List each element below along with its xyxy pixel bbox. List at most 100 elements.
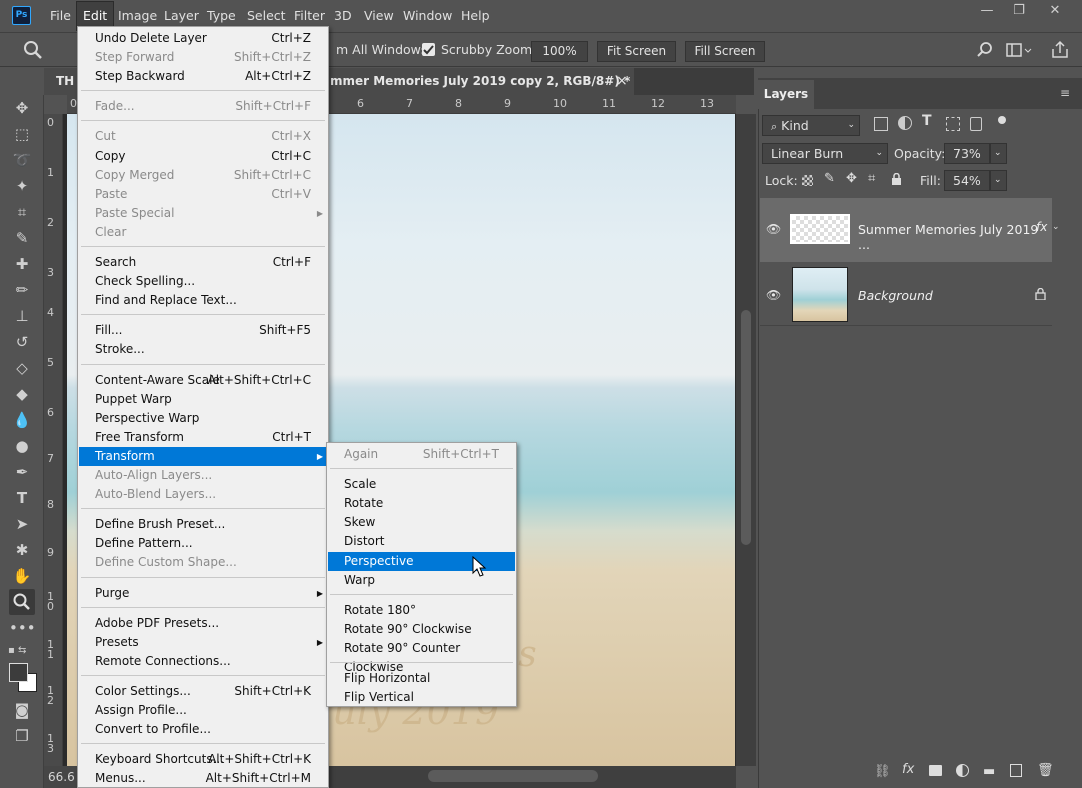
new-layer-icon[interactable] (1010, 764, 1022, 777)
filter-smart-object-icon[interactable] (970, 117, 982, 131)
lock-all-icon[interactable] (891, 172, 902, 185)
horizontal-scroll-thumb[interactable] (428, 770, 598, 782)
menu-item-fill[interactable]: Fill... Shift+F5 (79, 321, 327, 340)
hand-tool-icon[interactable]: ✋ (9, 563, 35, 589)
menu-item-perspective-warp[interactable]: Perspective Warp (79, 409, 327, 428)
eyedropper-tool-icon[interactable]: ✎ (9, 225, 35, 251)
workspace-icon[interactable] (1006, 42, 1032, 60)
menu-item-convert-to-profile[interactable]: Convert to Profile... (79, 720, 327, 739)
filter-kind-dropdown[interactable]: ⌕ Kind ⌄ (762, 115, 860, 136)
menu-item-transform[interactable]: Transform ▶ (79, 446, 327, 466)
fill-chevron-icon[interactable]: ⌄ (990, 170, 1007, 191)
dodge-tool-icon[interactable]: ● (9, 433, 35, 459)
brush-tool-icon[interactable]: ✏ (9, 277, 35, 303)
history-brush-tool-icon[interactable]: ↺ (9, 329, 35, 355)
healing-brush-tool-icon[interactable]: ✚ (9, 251, 35, 277)
tab-close-icon[interactable]: × (616, 68, 628, 95)
menu-view[interactable]: View (358, 0, 400, 32)
marquee-tool-icon[interactable]: ⬚ (9, 121, 35, 147)
more-tools-icon[interactable]: ••• (9, 615, 36, 641)
vertical-scroll-thumb[interactable] (741, 310, 751, 545)
scrubby-zoom-checkbox[interactable] (422, 43, 435, 56)
crop-tool-icon[interactable]: ⌗ (9, 199, 35, 225)
menu-item-stroke[interactable]: Stroke... (79, 340, 327, 359)
menu-item-search[interactable]: Search Ctrl+F (79, 253, 327, 272)
opacity-chevron-icon[interactable]: ⌄ (990, 143, 1007, 164)
custom-shape-tool-icon[interactable]: ✱ (9, 537, 35, 563)
fill-input[interactable]: 54% (944, 170, 990, 191)
zoom-status[interactable]: 66.6 (44, 766, 80, 788)
layer-name[interactable]: Background (858, 288, 933, 303)
magic-wand-tool-icon[interactable]: ✦ (9, 173, 35, 199)
lock-pixels-icon[interactable]: ✎ (824, 171, 835, 186)
new-adjustment-icon[interactable] (956, 764, 969, 777)
visibility-eye-icon[interactable]: 👁 (766, 288, 781, 302)
clone-stamp-tool-icon[interactable]: ⊥ (9, 303, 35, 329)
menu-item-skew[interactable]: Skew (328, 513, 515, 532)
fill-screen-button[interactable]: Fill Screen (685, 41, 765, 62)
lock-transparent-icon[interactable] (802, 175, 813, 186)
visibility-eye-icon[interactable]: 👁 (766, 222, 781, 236)
menu-item-find-and-replace-text[interactable]: Find and Replace Text... (79, 291, 327, 310)
delete-layer-icon[interactable]: 🗑 (1037, 763, 1054, 778)
pen-tool-icon[interactable]: ✒ (9, 459, 35, 485)
menu-help[interactable]: Help (455, 0, 496, 32)
share-icon[interactable] (1050, 40, 1070, 60)
restore-button[interactable]: ❐ (1002, 0, 1036, 22)
menu-window[interactable]: Window (397, 0, 458, 32)
minimize-button[interactable]: — (970, 0, 1004, 22)
menu-item-rotate-90-counter-clockwise[interactable]: Rotate 90° Counter Clockwise (328, 639, 515, 674)
foreground-color-swatch[interactable] (9, 663, 28, 682)
menu-item-puppet-warp[interactable]: Puppet Warp (79, 390, 327, 409)
close-button[interactable]: ✕ (1038, 0, 1072, 22)
menu-item-undo-delete-layer[interactable]: Undo Delete Layer Ctrl+Z (79, 29, 327, 48)
filter-type-icon[interactable]: T (922, 113, 932, 129)
fit-screen-button[interactable]: Fit Screen (597, 41, 676, 62)
new-group-icon[interactable]: ▬ (983, 764, 995, 779)
paint-bucket-tool-icon[interactable]: ◆ (9, 381, 35, 407)
lock-artboard-icon[interactable]: ⌗ (868, 171, 875, 186)
menu-item-remote-connections[interactable]: Remote Connections... (79, 652, 327, 671)
menu-item-adobe-pdf-presets[interactable]: Adobe PDF Presets... (79, 614, 327, 633)
opacity-input[interactable]: 73% (944, 143, 990, 164)
layer-name[interactable]: Summer Memories July 2019 ... (858, 222, 1052, 252)
lasso-tool-icon[interactable]: ➰ (9, 147, 35, 173)
zoom-tool-icon[interactable] (22, 40, 44, 60)
filter-pixel-icon[interactable] (874, 117, 888, 131)
menu-file[interactable]: File (44, 0, 77, 32)
menu-item-free-transform[interactable]: Free Transform Ctrl+T (79, 428, 327, 447)
blur-tool-icon[interactable]: 💧 (9, 407, 35, 433)
zoom-100-button[interactable]: 100% (531, 41, 588, 62)
add-style-icon[interactable]: fx (902, 762, 914, 777)
layer-row[interactable]: 👁 Background (760, 262, 1052, 326)
move-tool-icon[interactable]: ✥ (9, 95, 35, 121)
menu-item-assign-profile[interactable]: Assign Profile... (79, 701, 327, 720)
menu-item-distort[interactable]: Distort (328, 532, 515, 551)
panel-menu-icon[interactable]: ≡ (1060, 86, 1070, 100)
zoom-tool-selected-icon[interactable] (9, 589, 35, 615)
path-selection-tool-icon[interactable]: ➤ (9, 511, 35, 537)
menu-item-presets[interactable]: Presets ▶ (79, 633, 327, 652)
menu-item-rotate-180[interactable]: Rotate 180° (328, 601, 515, 620)
menu-item-flip-horizontal[interactable]: Flip Horizontal (328, 669, 515, 688)
default-colors-icon[interactable]: ▪ ⇆ (8, 645, 38, 659)
eraser-tool-icon[interactable]: ◇ (9, 355, 35, 381)
menu-item-menus[interactable]: Menus... Alt+Shift+Ctrl+M (79, 769, 327, 788)
menu-item-check-spelling[interactable]: Check Spelling... (79, 272, 327, 291)
menu-item-define-pattern[interactable]: Define Pattern... (79, 534, 327, 553)
menu-item-rotate[interactable]: Rotate (328, 494, 515, 513)
add-mask-icon[interactable] (929, 765, 942, 776)
filter-shape-icon[interactable] (946, 117, 960, 131)
menu-item-keyboard-shortcuts[interactable]: Keyboard Shortcuts... Alt+Shift+Ctrl+K (79, 750, 327, 769)
layer-fx-badge[interactable]: fx (1036, 220, 1047, 234)
menu-item-step-backward[interactable]: Step Backward Alt+Ctrl+Z (79, 67, 327, 86)
menu-item-define-brush-preset[interactable]: Define Brush Preset... (79, 515, 327, 534)
layers-tab[interactable]: Layers (758, 80, 814, 109)
search-icon[interactable] (976, 41, 994, 59)
menu-item-rotate-90-clockwise[interactable]: Rotate 90° Clockwise (328, 620, 515, 639)
menu-3d[interactable]: 3D (328, 0, 358, 32)
blend-mode-dropdown[interactable]: Linear Burn ⌄ (762, 143, 888, 164)
menu-item-flip-vertical[interactable]: Flip Vertical (328, 688, 515, 707)
chevron-down-icon[interactable]: ⌄ (1052, 222, 1060, 232)
menu-item-purge[interactable]: Purge ▶ (79, 584, 327, 603)
